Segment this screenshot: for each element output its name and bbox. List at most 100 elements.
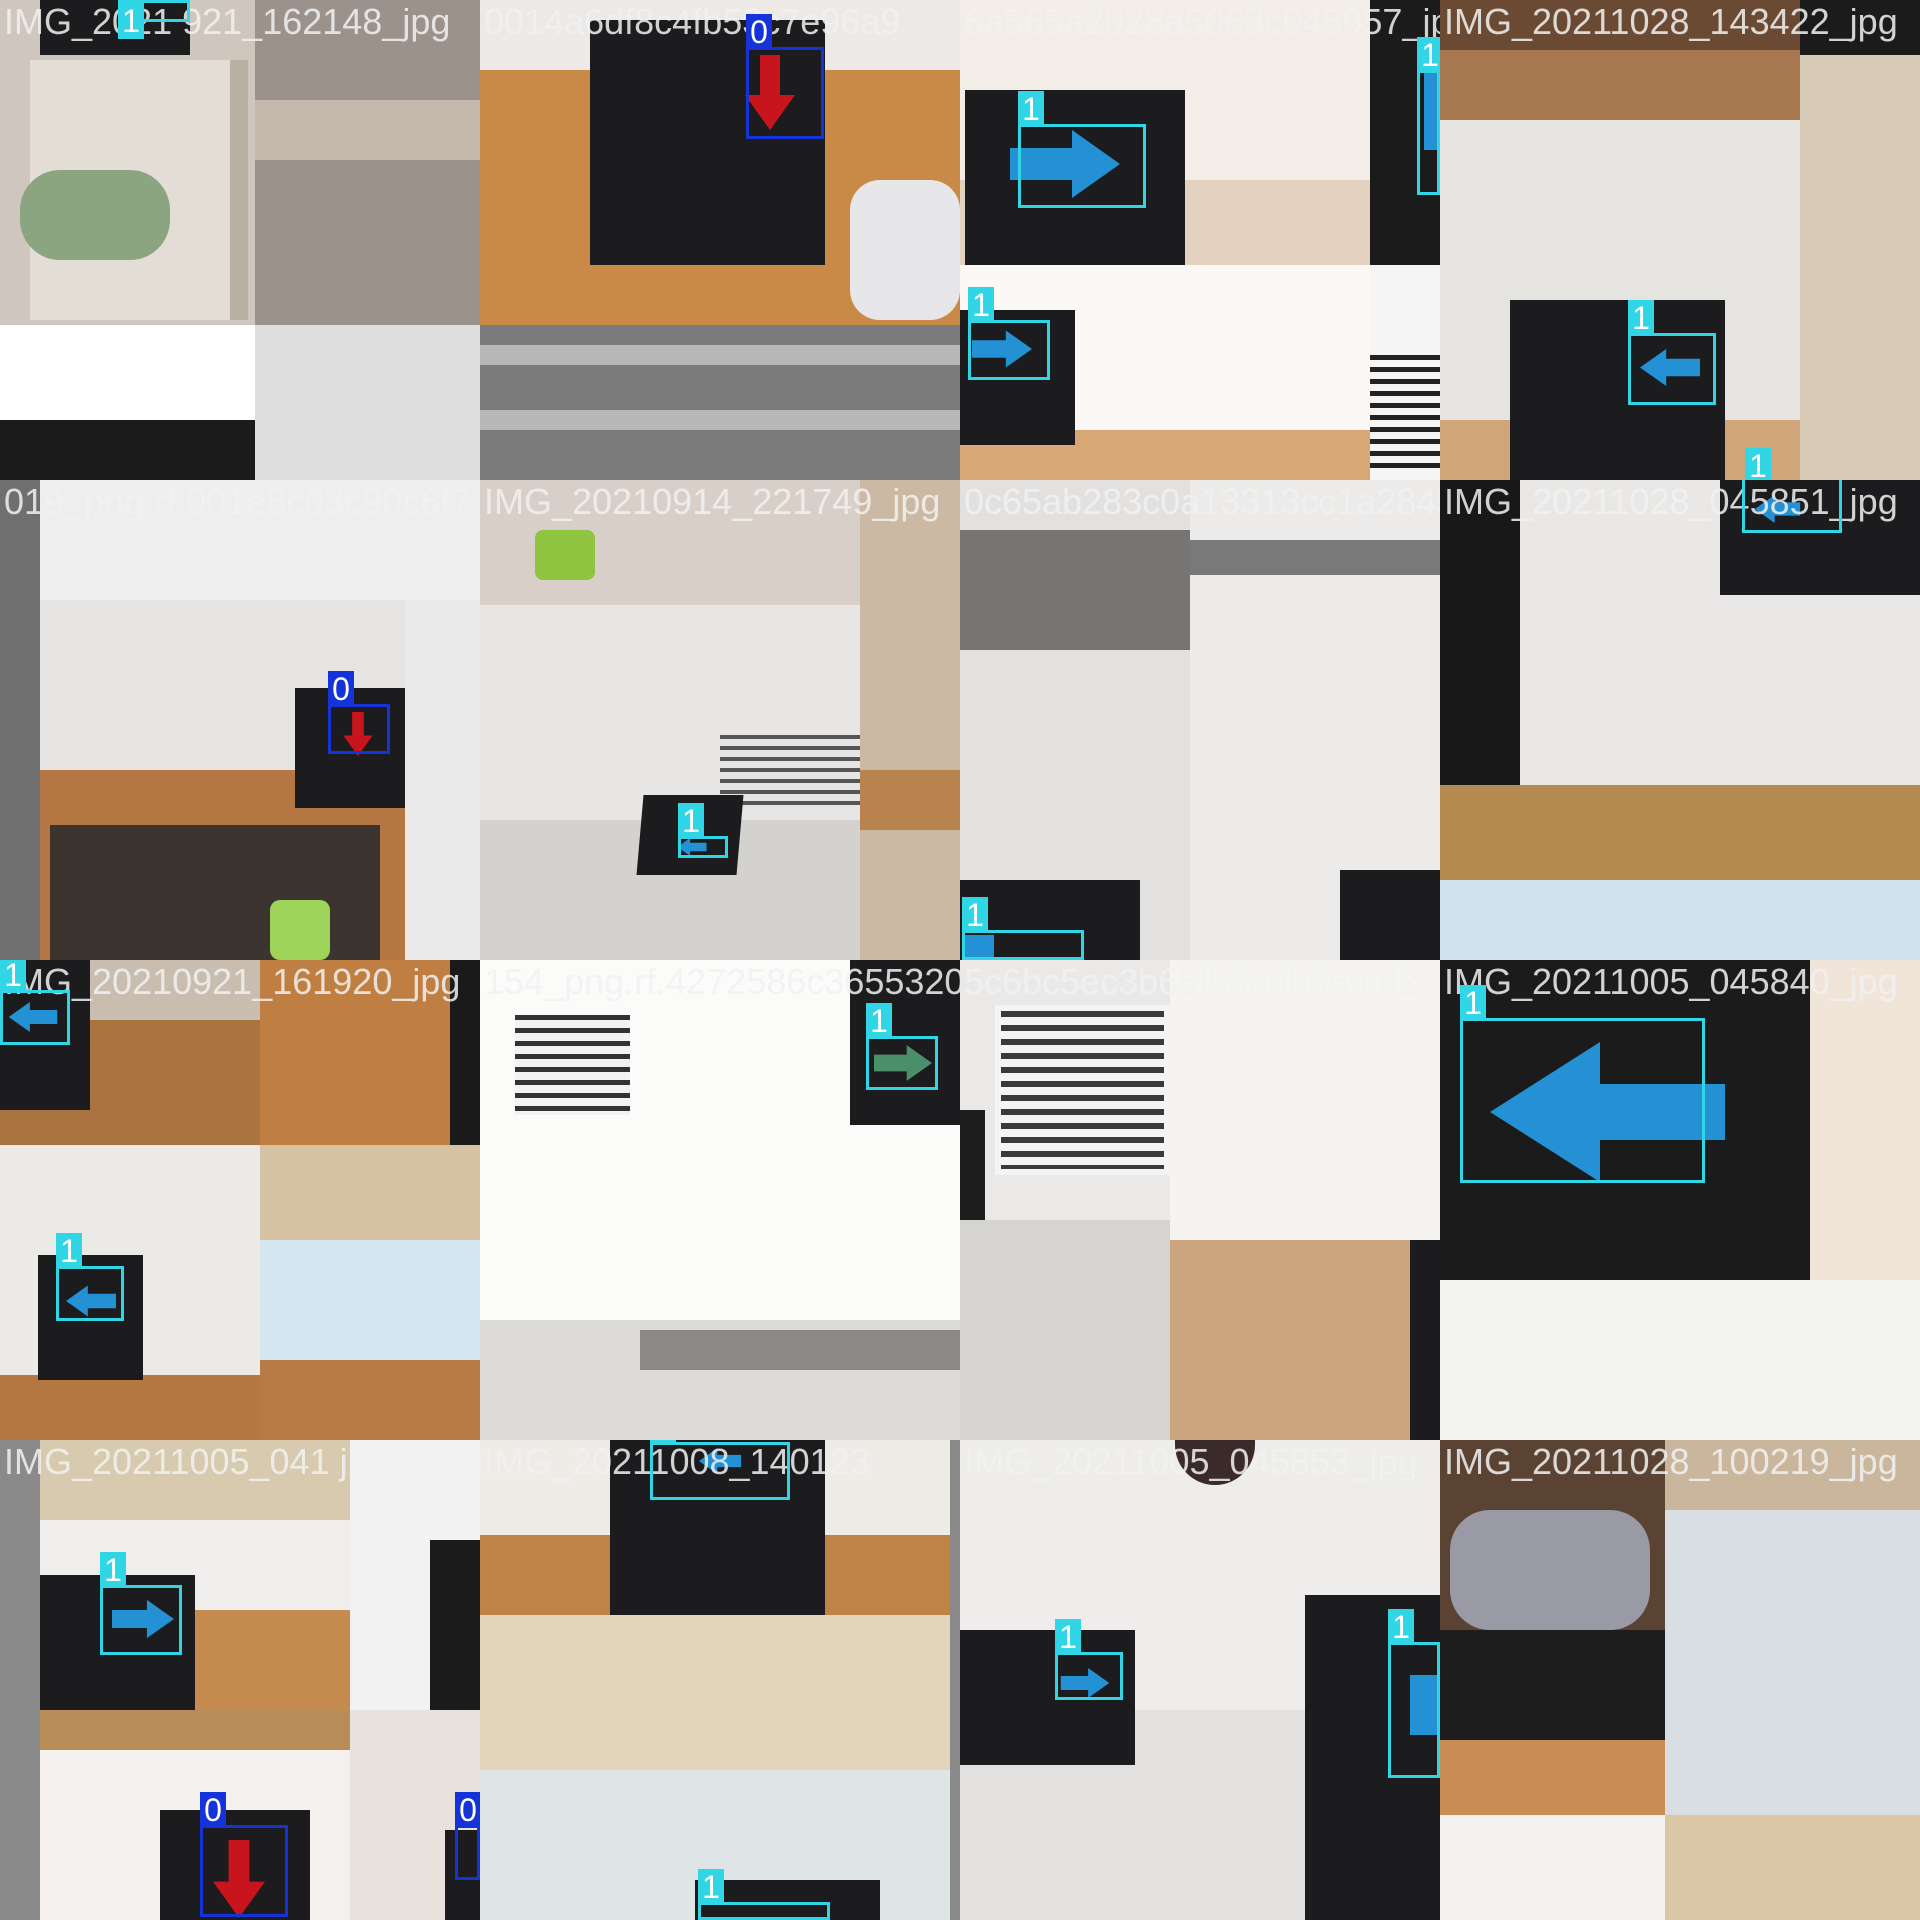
floor-region bbox=[1440, 1280, 1920, 1440]
air-vent bbox=[1370, 355, 1440, 475]
cube-edge-region bbox=[0, 420, 255, 480]
tile-filename-label: IMG_20210914_221749_jpg bbox=[484, 481, 941, 522]
floor-region bbox=[405, 600, 480, 960]
mosaic-tile: IMG_20211005_045840_jpg 1 bbox=[1440, 960, 1920, 1440]
wood-table bbox=[0, 1375, 260, 1440]
curtain-region bbox=[40, 1710, 350, 1750]
class-tag: 0 bbox=[328, 671, 354, 707]
mosaic-tile: 019_png.rf.001e8c03c90c6f7 0 bbox=[0, 480, 480, 960]
dark-border-region bbox=[950, 1440, 960, 1920]
mosaic-tile: 154_png.rf.4272586c3655320 1 bbox=[480, 960, 960, 1440]
mosaic-tile: IMG_20210921_161920_jpg 1 1 bbox=[0, 960, 480, 1440]
green-case bbox=[20, 170, 170, 260]
detection-box: 1 bbox=[1055, 1619, 1123, 1700]
detection-box: 1 bbox=[1018, 91, 1146, 208]
mosaic-tile: IMG_20211028_045851_jpg 1 bbox=[1440, 480, 1920, 960]
black-cube bbox=[1340, 870, 1440, 960]
detection-box: 1 bbox=[56, 1233, 124, 1321]
detection-box: 1 bbox=[650, 1440, 790, 1500]
detection-box: 1 bbox=[118, 0, 190, 39]
cube-edge-region bbox=[1440, 480, 1520, 785]
window-rail bbox=[480, 345, 960, 365]
detection-box: 1 bbox=[1388, 1609, 1440, 1778]
window-region bbox=[960, 530, 1190, 650]
air-vent bbox=[515, 1015, 630, 1115]
mosaic-tile: IMG_2021 921_162148_jpg 1 bbox=[0, 0, 480, 480]
tile-filename-label: IMG_20211028_143422_jpg bbox=[1444, 1, 1898, 42]
mosaic-tile: 5c6bc5ec3b65f5380b5594f2 bbox=[960, 960, 1440, 1440]
detection-box: 1 bbox=[866, 1003, 938, 1090]
class-tag: 0 bbox=[200, 1792, 226, 1828]
dark-border-region bbox=[0, 1440, 40, 1920]
detection-box: 1 bbox=[1417, 37, 1440, 195]
dark-border-region bbox=[0, 480, 40, 960]
mosaic-tile: IMG_20211005_041 jpg 1 0 0 bbox=[0, 1440, 480, 1920]
class-tag: 1 bbox=[1388, 1609, 1414, 1645]
detection-box: 1 bbox=[968, 287, 1050, 380]
green-case bbox=[535, 530, 595, 580]
wood-shelf bbox=[1440, 50, 1800, 120]
tile-filename-label: 0014a6df8c4fb53c7e96a9 bbox=[484, 1, 901, 42]
class-tag: 1 bbox=[118, 3, 144, 39]
class-tag: 0 bbox=[746, 14, 772, 50]
window-rail bbox=[480, 410, 960, 430]
class-tag: 1 bbox=[968, 287, 994, 323]
cube-edge-region bbox=[430, 1540, 480, 1710]
window-rail bbox=[1190, 540, 1440, 575]
class-tag: 1 bbox=[1460, 985, 1486, 1021]
class-tag: 1 bbox=[962, 897, 988, 933]
floor-region bbox=[1440, 1815, 1665, 1920]
tile-filename-label: 5c6bc5ec3b65f5380b5594f2 bbox=[964, 961, 1419, 1002]
black-case bbox=[1440, 1630, 1665, 1750]
class-tag: 1 bbox=[866, 1003, 892, 1039]
fabric-cover bbox=[1450, 1510, 1650, 1630]
tile-filename-label: IMG_20210921_161920_jpg bbox=[4, 961, 461, 1002]
detection-box: 0 bbox=[200, 1792, 288, 1917]
class-tag: 1 bbox=[1055, 1619, 1081, 1655]
detection-box: 1 bbox=[1460, 985, 1705, 1183]
green-case bbox=[270, 900, 330, 960]
tile-filename-label: IMG_2021 921_162148_jpg bbox=[4, 1, 451, 42]
detection-box: 1 bbox=[100, 1552, 182, 1655]
wood-table bbox=[260, 1360, 480, 1440]
detection-box: 1 bbox=[678, 803, 728, 858]
class-tag: 1 bbox=[1417, 37, 1440, 73]
detection-box: 1 bbox=[0, 960, 70, 1045]
tile-filename-label: 019_png.rf.001e8c03c90c6f7 bbox=[4, 481, 471, 522]
wood-shelf bbox=[1440, 1740, 1665, 1815]
tile-filename-label: IMG_20211005_045840_jpg bbox=[1444, 961, 1898, 1002]
class-tag: 1 bbox=[56, 1233, 82, 1269]
mosaic-tile: IMG_20211028_100219_jpg bbox=[1440, 1440, 1920, 1920]
air-vent bbox=[995, 1005, 1170, 1175]
tile-filename-label: 0c65ab283c0a13313cc1a2845 bbox=[964, 481, 1440, 522]
floor-region bbox=[960, 1220, 1170, 1440]
curtain-region bbox=[1665, 1815, 1920, 1920]
shelf-cavity bbox=[50, 825, 380, 960]
black-cube bbox=[1410, 1240, 1440, 1440]
class-tag: 1 bbox=[100, 1552, 126, 1588]
curtain-region bbox=[1800, 55, 1920, 480]
detection-box: 1 bbox=[1628, 300, 1716, 405]
tile-filename-label: 154_png.rf.4272586c3655320 bbox=[484, 961, 960, 1002]
wood-ledge bbox=[255, 100, 480, 160]
side-photo-region bbox=[860, 480, 960, 960]
detection-box: 1 bbox=[962, 897, 1084, 960]
class-tag: 1 bbox=[650, 1440, 676, 1445]
mosaic-tile: IMG_20211008_140123 1 1 bbox=[480, 1440, 960, 1920]
cube-edge-region bbox=[960, 1110, 985, 1220]
tile-filename-label: 6a565a2028a5063c045957_jpg bbox=[964, 1, 1440, 42]
wood-shelf bbox=[860, 770, 960, 830]
detection-box: 0 bbox=[455, 1792, 480, 1880]
tile-filename-label: IMG_20211028_100219_jpg bbox=[1444, 1441, 1898, 1482]
detection-box: 1 bbox=[698, 1869, 830, 1920]
window-region bbox=[255, 325, 480, 480]
detection-box: 0 bbox=[328, 671, 390, 754]
detection-box: 1 bbox=[1742, 480, 1842, 533]
detection-mosaic: IMG_2021 921_162148_jpg 1 0014a6df8c4fb5… bbox=[0, 0, 1920, 1920]
mosaic-tile: 0014a6df8c4fb53c7e96a9 0 bbox=[480, 0, 960, 480]
class-tag: 1 bbox=[1018, 91, 1044, 127]
mosaic-tile: IMG_20211005_045853_jpg 1 1 bbox=[960, 1440, 1440, 1920]
class-tag: 1 bbox=[0, 960, 26, 993]
curtain-region bbox=[1440, 785, 1920, 880]
wall-region bbox=[1810, 960, 1920, 1280]
